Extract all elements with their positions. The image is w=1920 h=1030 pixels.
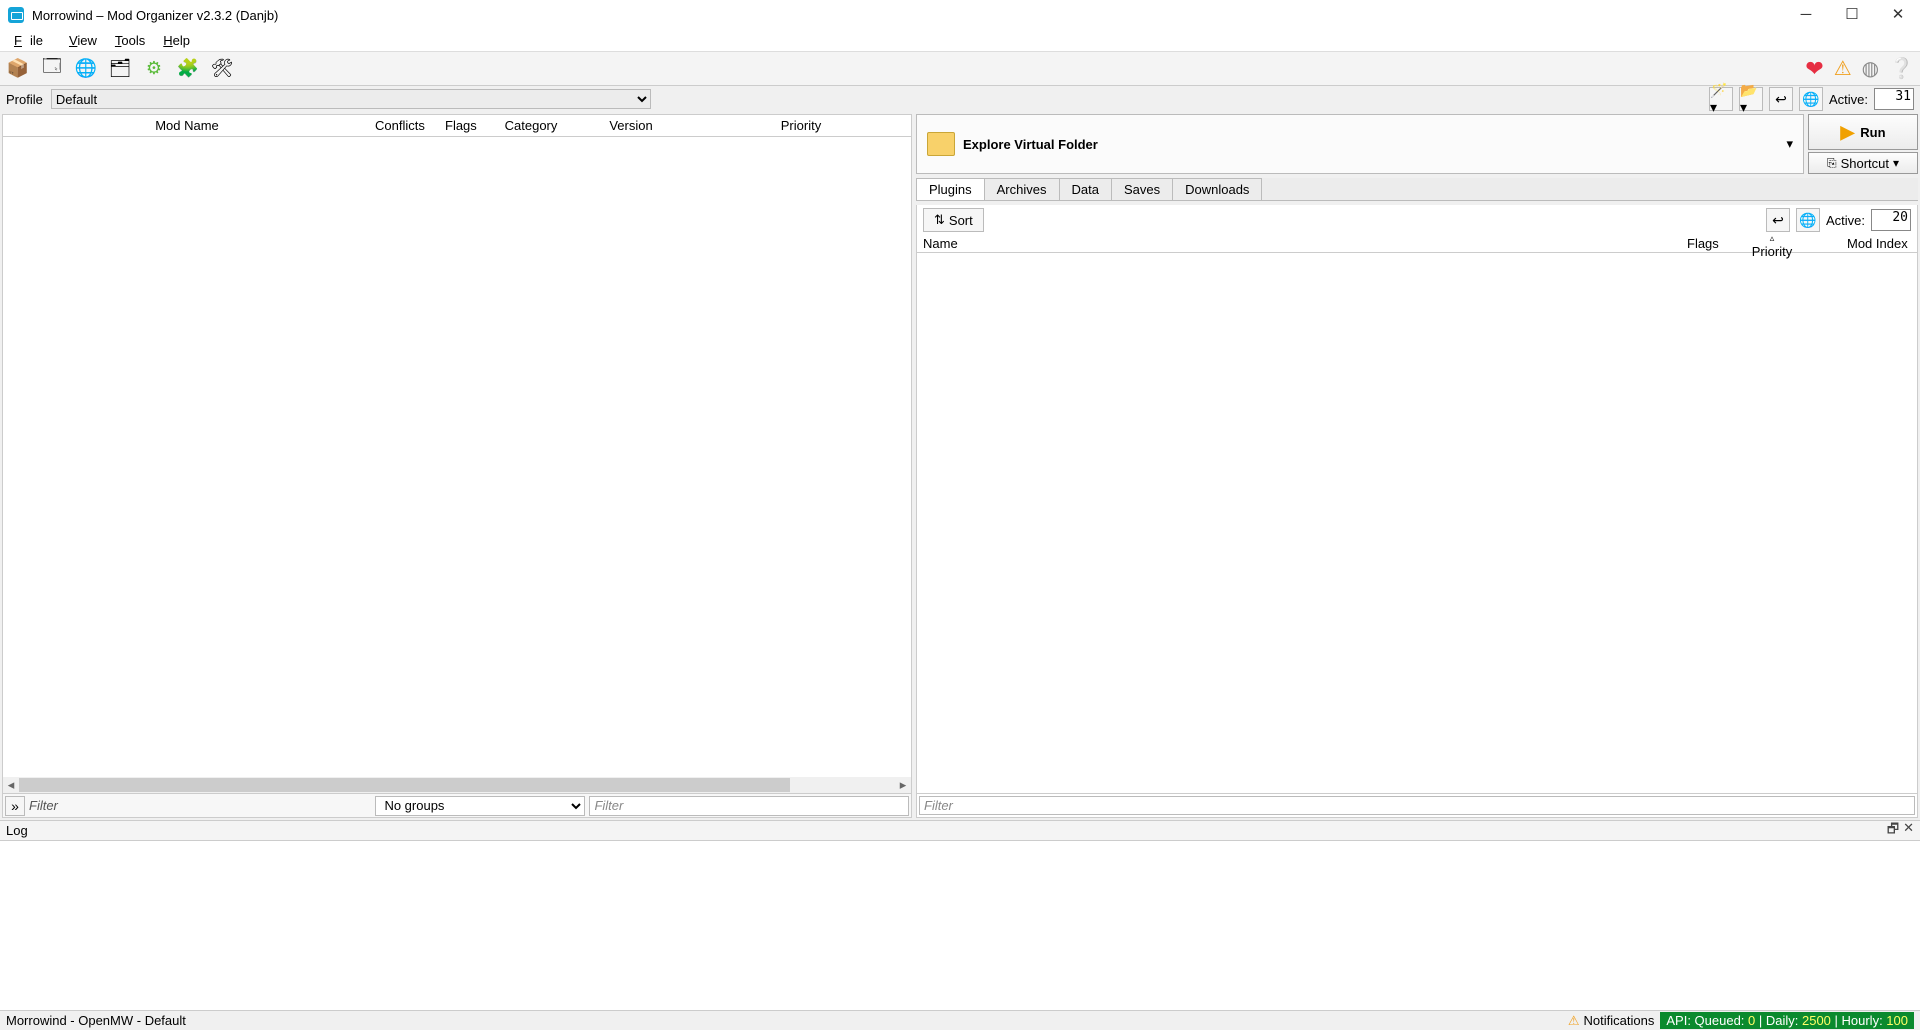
notifications-button[interactable]: ⚠Notifications [1568, 1013, 1654, 1029]
settings-gear-icon[interactable]: ⚙ [142, 57, 166, 81]
col-plugin-modindex[interactable]: Mod Index [1807, 236, 1917, 251]
filter-expand-button[interactable]: » [5, 796, 25, 816]
menu-file[interactable]: File [6, 31, 59, 50]
right-tabs: Plugins Archives Data Saves Downloads [916, 178, 1918, 201]
profile-label: Profile [6, 92, 43, 107]
folder-icon [927, 132, 955, 156]
log-panel: Log 🗗 ✕ [0, 820, 1920, 1010]
active-mods-count: 31 [1874, 88, 1914, 110]
active-plugins-label: Active: [1826, 213, 1865, 228]
plugin-filter-input[interactable] [919, 796, 1915, 815]
plugin-panel: ⇅ Sort ↩ 🌐 Active: 20 Name Flags ▵Priori… [916, 205, 1918, 818]
nexus-icon[interactable]: 🌐 [74, 57, 98, 81]
col-flags[interactable]: Flags [441, 117, 491, 134]
col-plugin-flags[interactable]: Flags [1687, 236, 1737, 251]
filter-label: Filter [29, 798, 58, 813]
menu-tools[interactable]: Tools [107, 31, 153, 50]
sort-plugins-button[interactable]: ⇅ Sort [923, 208, 984, 232]
help-icon[interactable]: ❔ [1889, 56, 1914, 81]
menu-view[interactable]: View [61, 31, 105, 50]
mod-list-hscroll[interactable]: ◂▸ [3, 777, 911, 793]
api-status: API: Queued: 0 | Daily: 2500 | Hourly: 1… [1660, 1012, 1914, 1029]
active-mods-label: Active: [1829, 92, 1868, 107]
col-priority[interactable]: Priority [691, 117, 911, 134]
update-icon[interactable]: ◍ [1862, 56, 1879, 81]
maximize-button[interactable]: ☐ [1838, 1, 1866, 29]
menubar: File View Tools Help [0, 30, 1920, 52]
mod-list-header: Mod Name Conflicts Flags Category Versio… [3, 115, 911, 137]
mod-list[interactable] [3, 137, 911, 777]
restore-backup-button[interactable]: ↩ [1769, 87, 1793, 111]
create-backup-button[interactable]: 🌐 [1799, 87, 1823, 111]
install-mod-icon[interactable]: 📦 [6, 57, 30, 81]
col-version[interactable]: Version [571, 117, 691, 134]
tools-icon[interactable]: 🛠 [210, 57, 234, 81]
open-folder-button[interactable]: 📂▾ [1739, 87, 1763, 111]
close-button[interactable]: ✕ [1884, 1, 1912, 29]
shortcut-button[interactable]: ⎘ Shortcut ▾ [1808, 152, 1918, 174]
refresh-icon[interactable]: 🗂 [108, 57, 132, 81]
log-body[interactable] [0, 841, 1920, 1010]
plugin-list[interactable] [917, 253, 1917, 793]
col-plugin-name[interactable]: Name [917, 236, 1687, 251]
browse-icon[interactable]: 🗔 [40, 57, 64, 81]
col-conflicts[interactable]: Conflicts [371, 117, 441, 134]
active-plugins-count: 20 [1871, 209, 1911, 231]
executables-icon[interactable]: 🧩 [176, 57, 200, 81]
mod-filter-row: » Filter No groups [3, 793, 911, 817]
tab-data[interactable]: Data [1059, 178, 1112, 200]
endorse-icon[interactable]: ❤ [1805, 56, 1823, 82]
log-close-button[interactable]: ✕ [1903, 820, 1914, 842]
window-title: Morrowind – Mod Organizer v2.3.2 (Danjb) [32, 8, 1792, 23]
tab-plugins[interactable]: Plugins [916, 178, 985, 200]
col-mod-name[interactable]: Mod Name [3, 117, 371, 134]
tab-downloads[interactable]: Downloads [1172, 178, 1262, 200]
tab-archives[interactable]: Archives [984, 178, 1060, 200]
run-area: Explore Virtual Folder ▾ ▶Run ⎘ Shortcut… [916, 114, 1918, 174]
log-detach-button[interactable]: 🗗 [1887, 820, 1899, 842]
warnings-icon[interactable]: ⚠ [1834, 56, 1852, 81]
mod-filter-input[interactable] [589, 796, 909, 816]
executable-name: Explore Virtual Folder [963, 137, 1098, 152]
menu-help[interactable]: Help [155, 31, 198, 50]
profile-select[interactable]: Default [51, 89, 651, 109]
profile-row: Profile Default 🪄▾ 📂▾ ↩ 🌐 Active: 31 [0, 86, 1920, 112]
executable-select[interactable]: Explore Virtual Folder ▾ [916, 114, 1804, 174]
toolbar: 📦 🗔 🌐 🗂 ⚙ 🧩 🛠 ❤ ⚠ ◍ ❔ [0, 52, 1920, 86]
titlebar: Morrowind – Mod Organizer v2.3.2 (Danjb)… [0, 0, 1920, 30]
run-button[interactable]: ▶Run [1808, 114, 1918, 150]
tab-saves[interactable]: Saves [1111, 178, 1173, 200]
filter-groups-select[interactable]: No groups [375, 796, 585, 816]
col-category[interactable]: Category [491, 117, 571, 134]
configure-profiles-button[interactable]: 🪄▾ [1709, 87, 1733, 111]
minimize-button[interactable]: ─ [1792, 1, 1820, 29]
log-title: Log [6, 823, 28, 838]
status-left: Morrowind - OpenMW - Default [6, 1013, 186, 1028]
mod-list-panel: Mod Name Conflicts Flags Category Versio… [2, 114, 912, 818]
app-icon [8, 7, 24, 23]
plugin-list-header: Name Flags ▵Priority Mod Index [917, 235, 1917, 253]
statusbar: Morrowind - OpenMW - Default ⚠Notificati… [0, 1010, 1920, 1030]
